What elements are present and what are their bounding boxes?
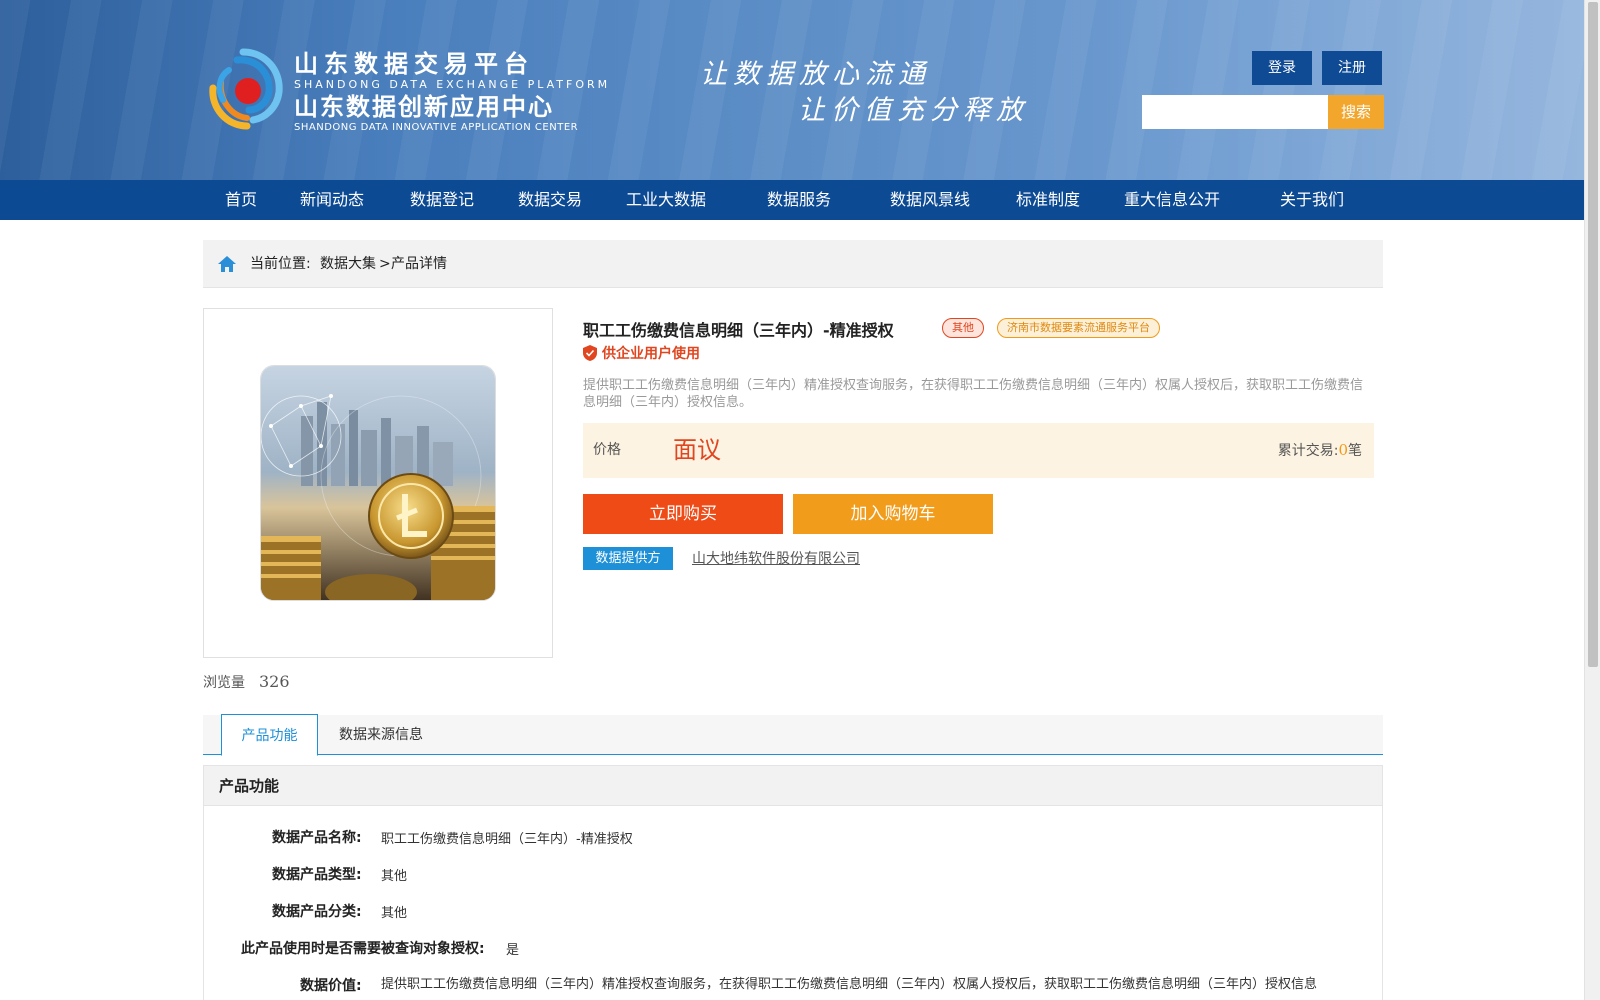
login-button[interactable]: 登录 — [1252, 51, 1312, 85]
category-tag: 其他 — [942, 318, 984, 338]
header-banner: 山东数据交易平台 SHANDONG DATA EXCHANGE PLATFORM… — [0, 0, 1584, 180]
nav-item-data-registration[interactable]: 数据登记 — [410, 180, 474, 220]
product-title: 职工工伤缴费信息明细（三年内）-精准授权 — [583, 321, 894, 340]
brand-title-en: SHANDONG DATA EXCHANGE PLATFORM — [294, 78, 611, 91]
nav-item-home[interactable]: 首页 — [225, 180, 257, 220]
nav-item-industrial-big-data[interactable]: 工业大数据 — [626, 180, 706, 220]
nav-item-disclosure[interactable]: 重大信息公开 — [1124, 180, 1220, 220]
field-label-product-type: 数据产品类型: — [272, 867, 362, 883]
price-label: 价格 — [593, 442, 621, 458]
field-value-product-type: 其他 — [381, 869, 408, 884]
brand-block[interactable]: 山东数据交易平台 SHANDONG DATA EXCHANGE PLATFORM… — [294, 50, 610, 134]
breadcrumb-separator: > — [379, 256, 391, 272]
register-button[interactable]: 注册 — [1322, 51, 1382, 85]
nav-item-data-landscape[interactable]: 数据风景线 — [890, 180, 970, 220]
breadcrumb-label: 当前位置: — [250, 256, 311, 272]
buy-now-button[interactable]: 立即购买 — [583, 494, 783, 534]
field-value-authorization-required: 是 — [506, 943, 520, 958]
view-count-value: 326 — [259, 672, 290, 691]
platform-tag: 济南市数据要素流通服务平台 — [997, 318, 1160, 338]
nav-item-data-services[interactable]: 数据服务 — [767, 180, 831, 220]
nav-item-about-us[interactable]: 关于我们 — [1280, 180, 1344, 220]
field-label-authorization-required: 此产品使用时是否需要被查询对象授权: — [241, 941, 485, 957]
tab-data-source[interactable]: 数据来源信息 — [331, 715, 431, 755]
shield-check-icon — [583, 345, 597, 361]
breadcrumb-product-detail: 产品详情 — [391, 256, 447, 272]
trade-count-label: 累计交易: — [1277, 443, 1339, 459]
view-count-label: 浏览量 — [203, 675, 245, 691]
add-to-cart-button[interactable]: 加入购物车 — [793, 494, 993, 534]
main-nav: 首页 新闻动态 数据登记 数据交易 工业大数据 数据服务 数据风景线 标准制度 … — [0, 180, 1584, 220]
page-scrollbar[interactable] — [1584, 0, 1600, 1000]
trade-count: 累计交易:0笔 — [1278, 423, 1362, 479]
search-button[interactable]: 搜索 — [1328, 95, 1384, 129]
banner-fade — [1084, 0, 1584, 180]
field-label-product-category: 数据产品分类: — [272, 904, 362, 920]
field-value-product-name: 职工工伤缴费信息明细（三年内）-精准授权 — [381, 832, 633, 847]
field-value-product-category: 其他 — [381, 906, 408, 921]
detail-tabs: 产品功能 数据来源信息 — [203, 714, 1383, 756]
brand-subtitle-en: SHANDONG DATA INNOVATIVE APPLICATION CEN… — [294, 122, 579, 133]
trade-count-value: 0 — [1338, 441, 1348, 459]
provider-label: 数据提供方 — [583, 547, 673, 570]
search-input[interactable] — [1142, 95, 1328, 129]
brand-title-cn: 山东数据交易平台 — [294, 50, 534, 78]
view-count: 浏览量 326 — [203, 672, 290, 692]
nav-item-standards[interactable]: 标准制度 — [1016, 180, 1080, 220]
field-label-data-value: 数据价值: — [300, 978, 362, 994]
tab-product-function[interactable]: 产品功能 — [221, 714, 318, 756]
slogan-line-2: 让价值充分释放 — [798, 95, 1029, 126]
field-value-data-value: 提供职工工伤缴费信息明细（三年内）精准授权查询服务，在获得职工工伤缴费信息明细（… — [381, 977, 1318, 992]
product-function-panel: 产品功能 数据产品名称: 职工工伤缴费信息明细（三年内）-精准授权 数据产品类型… — [203, 765, 1383, 1000]
platform-logo-icon[interactable] — [203, 48, 283, 130]
breadcrumb: 当前位置: 数据大集 > 产品详情 — [203, 240, 1383, 288]
slogan-line-1: 让数据放心流通 — [700, 59, 931, 90]
scrollbar-thumb[interactable] — [1588, 2, 1598, 667]
product-image — [260, 365, 496, 601]
product-image-frame — [203, 308, 553, 658]
trade-count-unit: 笔 — [1348, 443, 1362, 459]
audience-text: 供企业用户使用 — [602, 346, 700, 362]
price-box: 价格 面议 累计交易:0笔 — [583, 423, 1374, 478]
price-value: 面议 — [673, 436, 721, 464]
breadcrumb-data-market[interactable]: 数据大集 — [320, 240, 376, 288]
field-label-product-name: 数据产品名称: — [272, 830, 362, 846]
audience-badge: 供企业用户使用 — [583, 343, 700, 363]
home-icon[interactable] — [217, 254, 237, 274]
product-description: 提供职工工伤缴费信息明细（三年内）精准授权查询服务，在获得职工工伤缴费信息明细（… — [583, 378, 1364, 410]
nav-item-data-trading[interactable]: 数据交易 — [518, 180, 582, 220]
function-panel-header: 产品功能 — [204, 766, 1382, 806]
provider-name-link[interactable]: 山大地纬软件股份有限公司 — [692, 548, 860, 568]
nav-item-news[interactable]: 新闻动态 — [300, 180, 364, 220]
brand-subtitle-cn: 山东数据创新应用中心 — [294, 93, 554, 121]
